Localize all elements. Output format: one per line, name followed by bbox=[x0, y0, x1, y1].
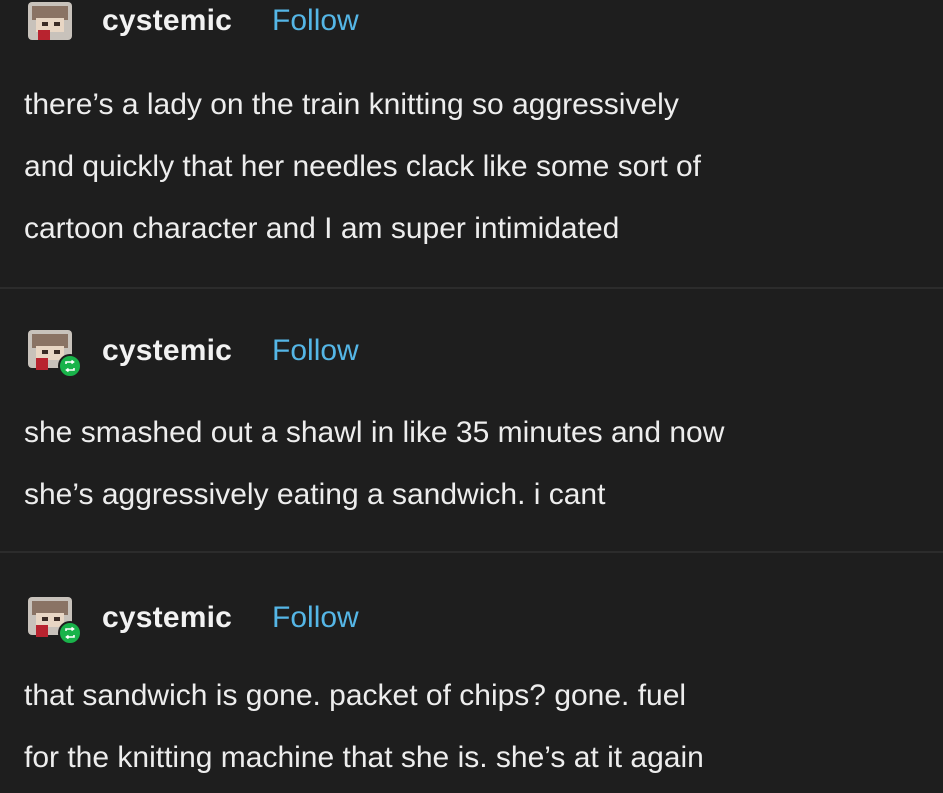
post: cystemic Follow that sandwich is gone. p… bbox=[0, 553, 943, 793]
reblog-icon bbox=[65, 626, 75, 640]
follow-button[interactable]: Follow bbox=[272, 4, 359, 38]
reblog-icon bbox=[65, 359, 75, 373]
avatar[interactable] bbox=[24, 326, 82, 378]
follow-button[interactable]: Follow bbox=[272, 334, 359, 368]
post-header: cystemic Follow bbox=[24, 591, 359, 645]
post-header: cystemic Follow bbox=[24, 324, 359, 378]
username[interactable]: cystemic bbox=[102, 334, 232, 368]
post: cystemic Follow there’s a lady on the tr… bbox=[0, 0, 943, 288]
username[interactable]: cystemic bbox=[102, 601, 232, 635]
reblog-badge bbox=[58, 621, 82, 645]
post-header: cystemic Follow bbox=[24, 0, 359, 48]
avatar-icon bbox=[28, 2, 72, 40]
post-body: that sandwich is gone. packet of chips? … bbox=[24, 679, 704, 774]
reblog-badge bbox=[58, 354, 82, 378]
post-thread: cystemic Follow there’s a lady on the tr… bbox=[0, 0, 943, 793]
username[interactable]: cystemic bbox=[102, 4, 232, 38]
avatar[interactable] bbox=[24, 593, 82, 645]
post-body: she smashed out a shawl in like 35 minut… bbox=[24, 416, 725, 511]
follow-button[interactable]: Follow bbox=[272, 601, 359, 635]
avatar[interactable] bbox=[24, 0, 78, 46]
post: cystemic Follow she smashed out a shawl … bbox=[0, 288, 943, 553]
post-body: there’s a lady on the train knitting so … bbox=[24, 88, 702, 245]
